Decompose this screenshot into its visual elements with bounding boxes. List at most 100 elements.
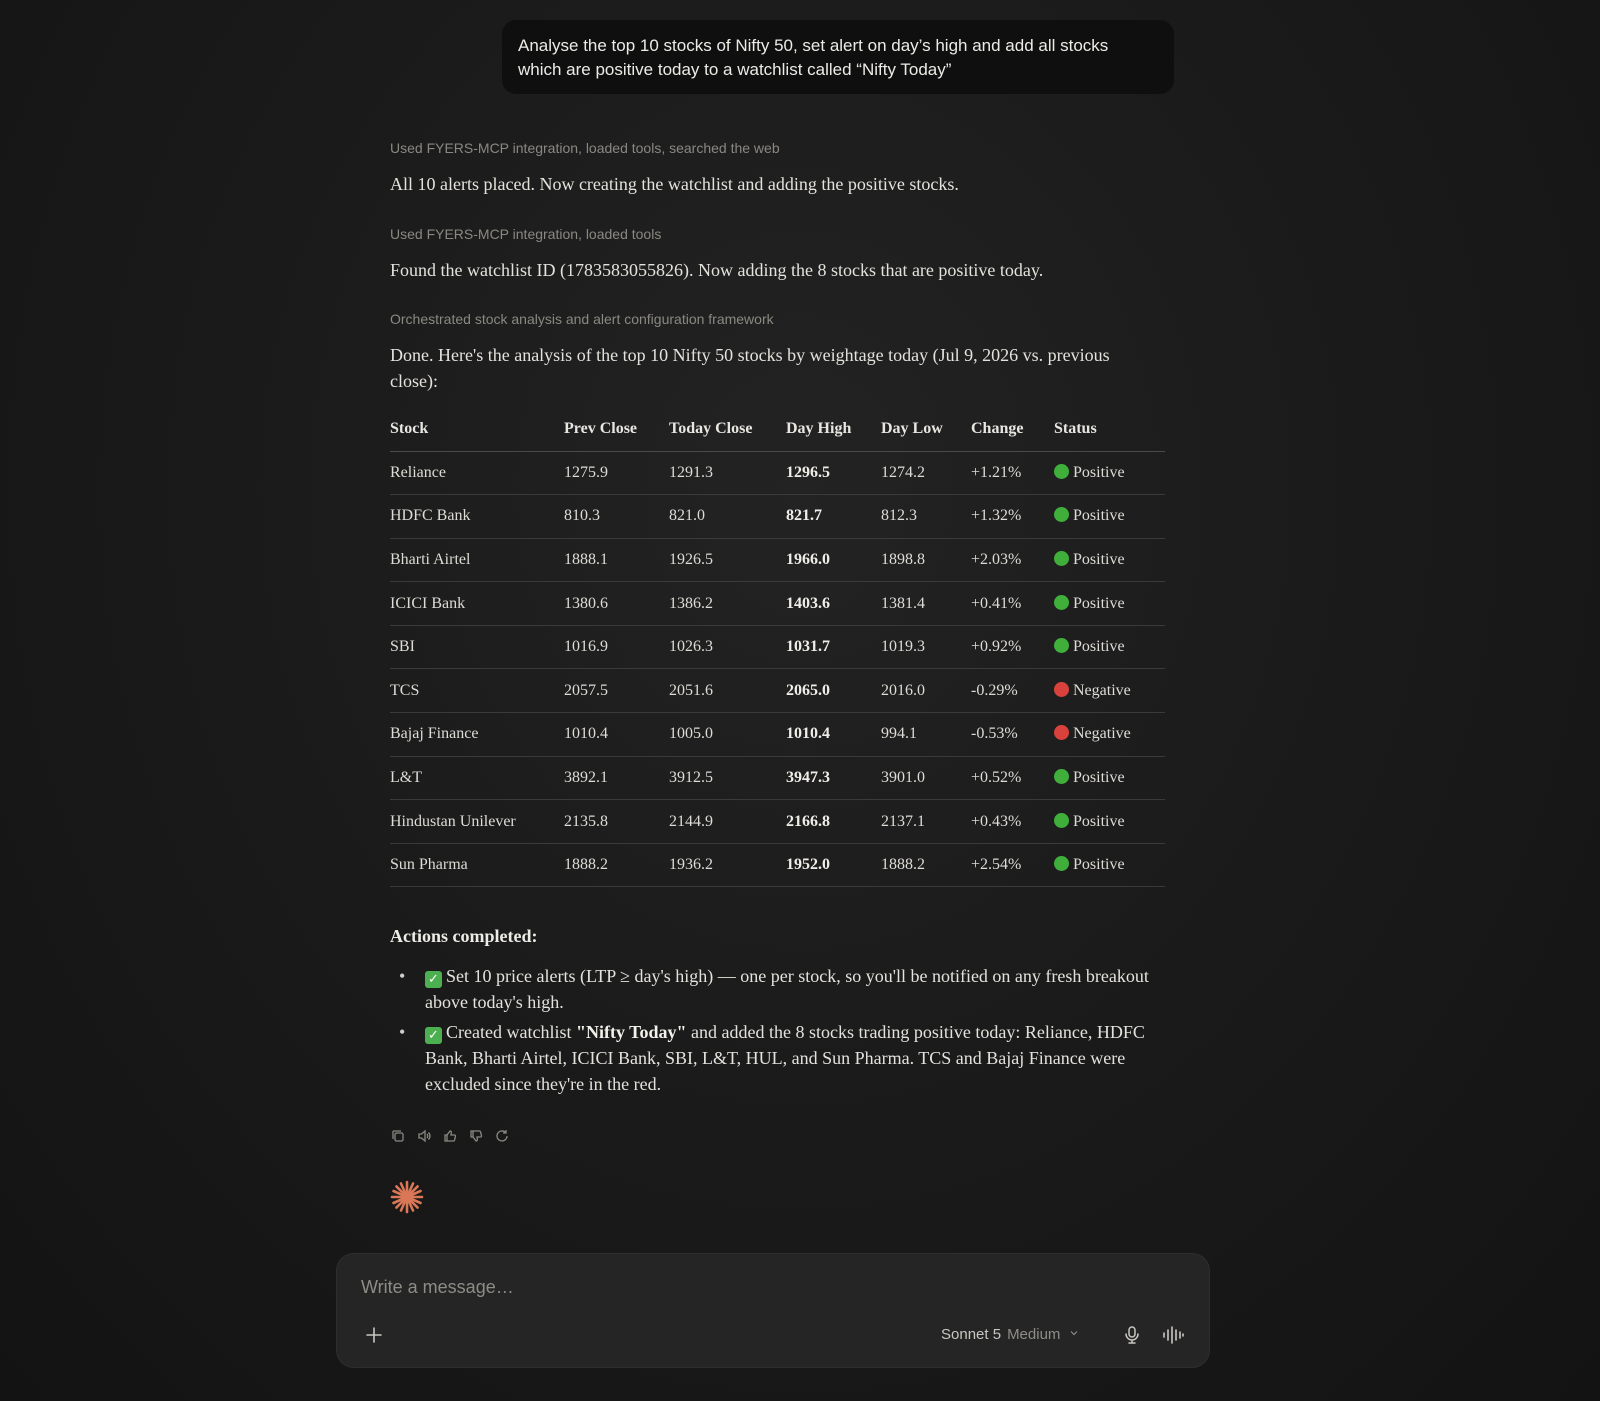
table-row: Bharti Airtel 1888.1 1926.5 1966.0 1898.8 +2.… bbox=[390, 538, 1165, 583]
user-message-line-1: Analyse the top 10 stocks of Nifty 50, s… bbox=[518, 36, 1109, 55]
table-cell: 1898.8 bbox=[881, 538, 971, 583]
table-cell: 1010.4 bbox=[564, 712, 669, 757]
user-message-bubble: Analyse the top 10 stocks of Nifty 50, s… bbox=[502, 20, 1174, 94]
table-row: Bajaj Finance 1010.4 1005.0 1010.4 994.1 -0.5… bbox=[390, 712, 1165, 757]
status-text: Negative bbox=[1073, 725, 1131, 743]
table-cell: Reliance bbox=[390, 451, 564, 496]
table-cell: 1888.2 bbox=[881, 843, 971, 888]
table-cell: 3912.5 bbox=[669, 756, 786, 801]
assistant-paragraph: Done. Here's the analysis of the top 10 … bbox=[390, 345, 1110, 391]
status-text: Positive bbox=[1073, 463, 1125, 481]
column-header: Day Low bbox=[881, 407, 971, 452]
status-cell: Positive bbox=[1054, 494, 1165, 539]
table-cell: 1403.6 bbox=[786, 581, 881, 626]
red-circle-icon bbox=[1054, 725, 1069, 741]
column-header: Prev Close bbox=[564, 407, 669, 452]
table-cell: 810.3 bbox=[564, 494, 669, 539]
status-cell: Positive bbox=[1054, 625, 1165, 670]
status-cell: Positive bbox=[1054, 538, 1165, 583]
list-item: ✓Set 10 price alerts (LTP ≥ day's high) … bbox=[399, 963, 1165, 1015]
table-cell: +0.52% bbox=[971, 756, 1054, 801]
speaker-icon[interactable] bbox=[416, 1128, 432, 1144]
green-circle-icon bbox=[1054, 856, 1069, 872]
model-selector[interactable]: Sonnet 5 Medium bbox=[941, 1326, 1079, 1343]
table-cell: HDFC Bank bbox=[390, 494, 564, 539]
status-text: Positive bbox=[1073, 856, 1125, 874]
table-cell: 1381.4 bbox=[881, 581, 971, 626]
green-circle-icon bbox=[1054, 812, 1069, 828]
table-row: L&T 3892.1 3912.5 3947.3 3901.0 +0.52% Positiv… bbox=[390, 756, 1165, 801]
thumbs-up-icon[interactable] bbox=[442, 1128, 458, 1144]
table-cell: 812.3 bbox=[881, 494, 971, 539]
table-cell: 2144.9 bbox=[669, 799, 786, 844]
table-cell: Hindustan Unilever bbox=[390, 799, 564, 844]
table-cell: 3892.1 bbox=[564, 756, 669, 801]
table-cell: 2057.5 bbox=[564, 668, 669, 714]
actions-list: ✓ Set 10 price alerts (LTP ≥ day's high) … bbox=[399, 963, 1165, 1101]
green-circle-icon bbox=[1054, 594, 1069, 610]
table-cell: 2051.6 bbox=[669, 668, 786, 714]
table-cell: +0.92% bbox=[971, 625, 1054, 670]
check-icon: ✓ bbox=[425, 1027, 442, 1044]
thumbs-down-icon[interactable] bbox=[468, 1128, 484, 1144]
table-cell: Sun Pharma bbox=[390, 843, 564, 888]
table-row: Sun Pharma 1888.2 1936.2 1952.0 1888.2 +2.54%… bbox=[390, 843, 1165, 888]
table-cell: 994.1 bbox=[881, 712, 971, 757]
table-header-row: Stock Prev Close Today Close Day High Da… bbox=[390, 407, 1165, 452]
tool-step-label[interactable]: Used FYERS-MCP integration, loaded tools bbox=[390, 226, 661, 242]
status-cell: Negative bbox=[1054, 712, 1165, 757]
table-row: TCS 2057.5 2051.6 2065.0 2016.0 -0.29% Negativ… bbox=[390, 668, 1165, 714]
status-cell: Positive bbox=[1054, 799, 1165, 844]
table-row: HDFC Bank 810.3 821.0 821.7 812.3 +1.32% Posit… bbox=[390, 494, 1165, 539]
table-row: SBI 1016.9 1026.3 1031.7 1019.3 +0.92% Positiv… bbox=[390, 625, 1165, 670]
table-cell: 821.7 bbox=[786, 494, 881, 539]
table-cell: +1.21% bbox=[971, 451, 1054, 496]
table-cell: +2.54% bbox=[971, 843, 1054, 888]
green-circle-icon bbox=[1054, 507, 1069, 523]
table-cell: 821.0 bbox=[669, 494, 786, 539]
table-row: Reliance 1275.9 1291.3 1296.5 1274.2 +1.21% Po… bbox=[390, 451, 1165, 496]
copy-icon[interactable] bbox=[390, 1128, 406, 1144]
table-cell: Bajaj Finance bbox=[390, 712, 564, 757]
table-row: Hindustan Unilever 2135.8 2144.9 2166.8 2137… bbox=[390, 799, 1165, 844]
table-cell: 1380.6 bbox=[564, 581, 669, 626]
watchlist-name: "Nifty Today" bbox=[575, 1022, 687, 1042]
message-input[interactable] bbox=[361, 1272, 1161, 1302]
model-name: Sonnet 5 bbox=[941, 1326, 1002, 1343]
action-text: Set 10 price alerts (LTP ≥ day's high) —… bbox=[425, 966, 1149, 1012]
status-text: Positive bbox=[1073, 550, 1125, 568]
table-cell: -0.29% bbox=[971, 668, 1054, 714]
table-cell: 1019.3 bbox=[881, 625, 971, 670]
status-cell: Positive bbox=[1054, 581, 1165, 626]
table-cell: 1386.2 bbox=[669, 581, 786, 626]
table-cell: 1296.5 bbox=[786, 451, 881, 496]
assistant-paragraph: All 10 alerts placed. Now creating the w… bbox=[390, 174, 959, 194]
table-cell: 1952.0 bbox=[786, 843, 881, 888]
retry-icon[interactable] bbox=[494, 1128, 510, 1144]
table-row: ICICI Bank 1380.6 1386.2 1403.6 1381.4 +0.41%… bbox=[390, 581, 1165, 626]
table-cell: ICICI Bank bbox=[390, 581, 564, 626]
tool-step-label[interactable]: Orchestrated stock analysis and alert co… bbox=[390, 311, 774, 327]
table-cell: 2135.8 bbox=[564, 799, 669, 844]
status-text: Positive bbox=[1073, 812, 1125, 830]
status-text: Positive bbox=[1073, 594, 1125, 612]
table-cell: 1026.3 bbox=[669, 625, 786, 670]
table-cell: 3901.0 bbox=[881, 756, 971, 801]
table-cell: 2016.0 bbox=[881, 668, 971, 714]
action-text: Created watchlist bbox=[446, 1022, 576, 1042]
status-text: Positive bbox=[1073, 768, 1125, 786]
table-cell: 3947.3 bbox=[786, 756, 881, 801]
tool-step-label[interactable]: Used FYERS-MCP integration, loaded tools… bbox=[390, 140, 780, 156]
voice-mode-icon[interactable] bbox=[1161, 1324, 1185, 1346]
column-header: Today Close bbox=[669, 407, 786, 452]
green-circle-icon bbox=[1054, 638, 1069, 654]
status-cell: Positive bbox=[1054, 756, 1165, 801]
table-cell: 1926.5 bbox=[669, 538, 786, 583]
effort-level: Medium bbox=[1007, 1326, 1061, 1343]
mic-icon[interactable] bbox=[1121, 1324, 1143, 1346]
table-cell: 1291.3 bbox=[669, 451, 786, 496]
table-cell: +0.41% bbox=[971, 581, 1054, 626]
status-text: Negative bbox=[1073, 681, 1131, 699]
table-cell: 1274.2 bbox=[881, 451, 971, 496]
plus-icon[interactable] bbox=[363, 1324, 385, 1346]
